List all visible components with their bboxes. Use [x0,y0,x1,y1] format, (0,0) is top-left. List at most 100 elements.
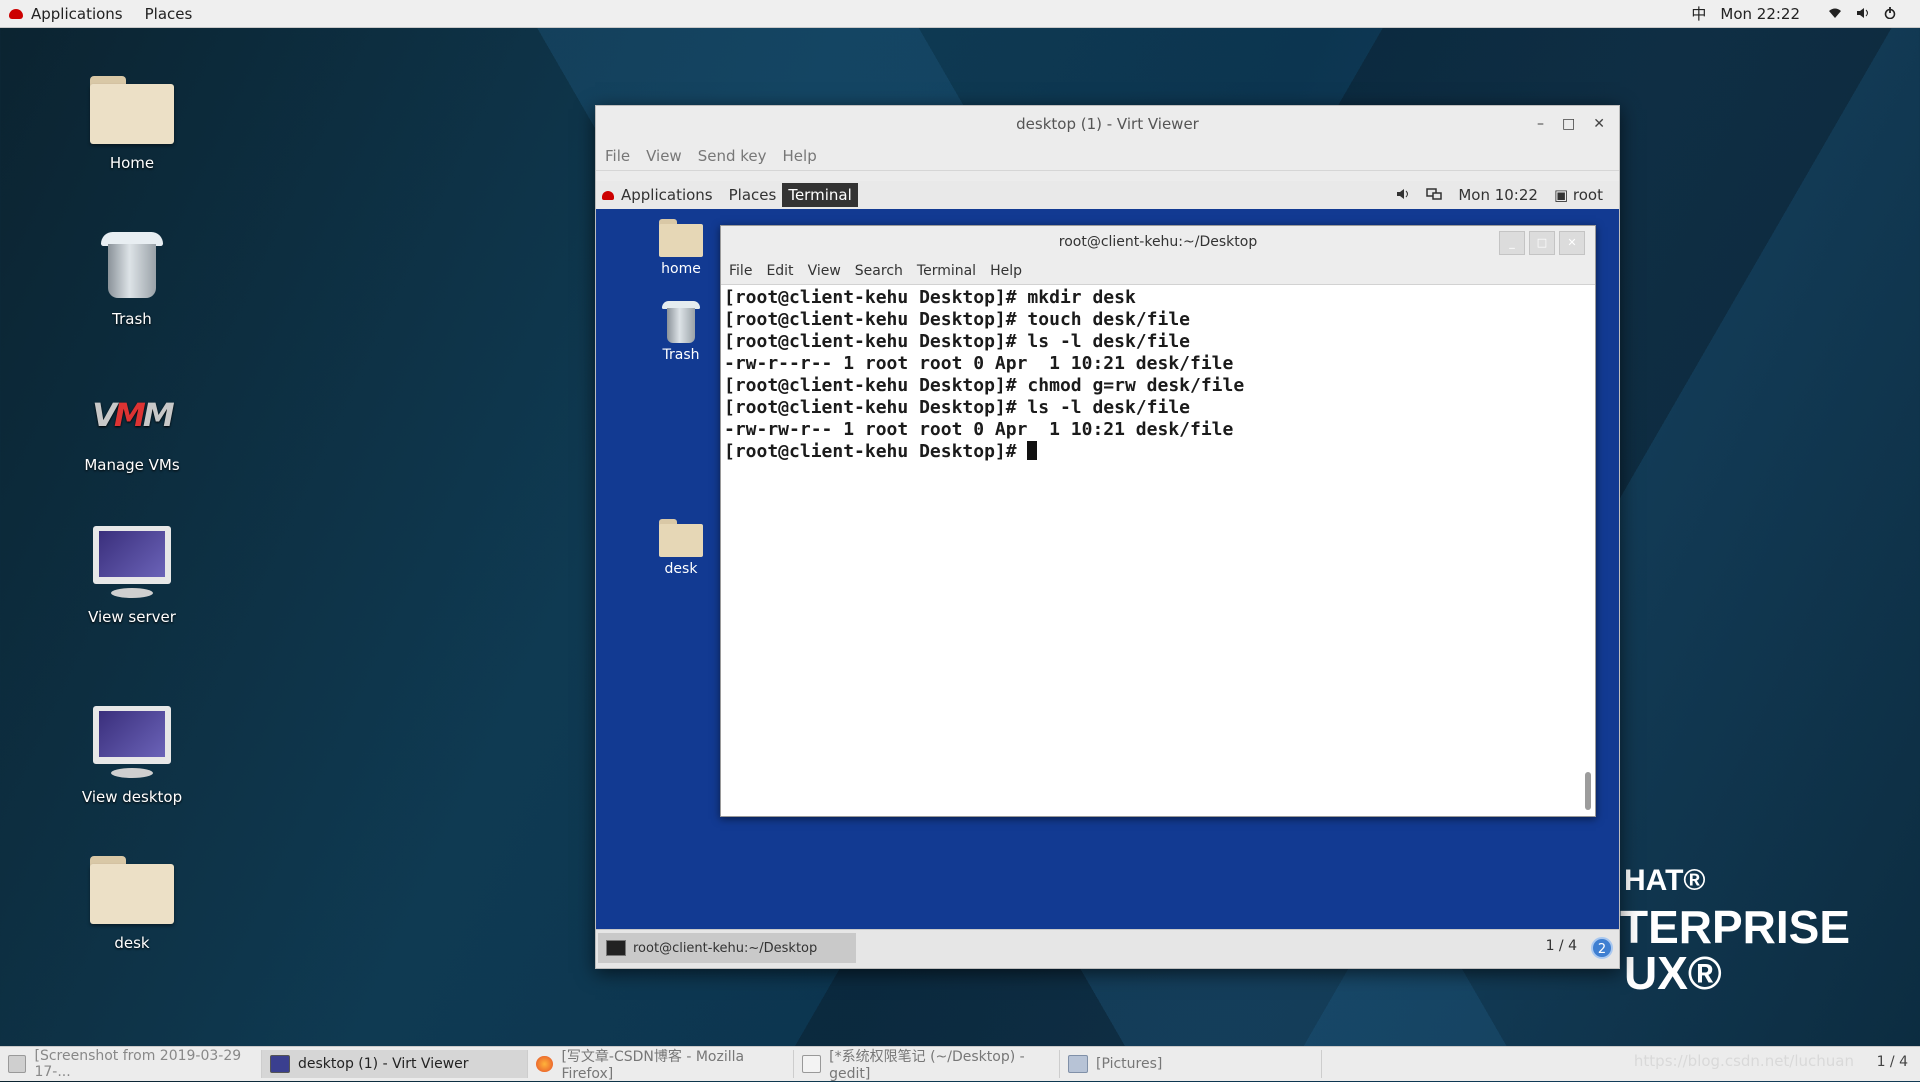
close-icon[interactable]: ✕ [1593,106,1605,142]
guest-workspace-indicator[interactable]: 1 / 4 [1546,938,1577,954]
terminal-menu-file[interactable]: File [729,263,752,279]
terminal-icon [606,940,626,956]
desktop-icon-home[interactable]: Home [57,76,207,172]
menu-view[interactable]: View [646,147,682,165]
guest-top-bar: Applications Places Terminal Mon 10:22 ▣… [596,181,1619,209]
guest-taskbar-label: root@client-kehu:~/Desktop [633,940,818,956]
user-icon: ▣ [1553,186,1569,204]
menu-send-key[interactable]: Send key [698,147,767,165]
monitor-icon [91,526,173,602]
file-manager-icon [1068,1055,1088,1073]
workspace-indicator[interactable]: 1 / 4 [1877,1054,1908,1070]
volume-icon[interactable] [1856,5,1870,23]
guest-icon-home[interactable]: home [646,219,716,277]
trash-icon [101,226,163,298]
terminal-line: -rw-r--r-- 1 root root 0 Apr 1 10:21 des… [724,353,1234,374]
guest-user-label: root [1572,186,1603,204]
minimize-icon[interactable]: _ [1499,231,1525,255]
terminal-line: [root@client-kehu Desktop]# chmod g=rw d… [724,375,1245,396]
top-bar: Applications Places 中 Mon 22:22 [0,0,1920,28]
desktop-icon-label: View server [88,608,176,626]
watermark-text: https://blog.csdn.net/luchuan [1633,1052,1854,1070]
power-icon[interactable] [1884,5,1896,23]
terminal-menu-help[interactable]: Help [990,263,1022,279]
guest-taskbar-item[interactable]: root@client-kehu:~/Desktop [598,933,856,963]
guest-icon-desk[interactable]: desk [646,519,716,577]
taskbar-item-screenshot[interactable]: [Screenshot from 2019-03-29 17-... [0,1048,262,1080]
input-method-indicator[interactable]: 中 [1691,3,1706,24]
network-icon[interactable] [1426,186,1443,204]
vm-logo-icon: VMM [92,396,174,434]
terminal-line: [root@client-kehu Desktop]# mkdir desk [724,287,1136,308]
maximize-icon[interactable]: □ [1529,231,1555,255]
desktop-icon-label: Trash [112,310,152,328]
desktop-icon-label: desk [114,934,150,952]
home-folder-icon [90,76,174,144]
taskbar-label: [Screenshot from 2019-03-29 17-... [34,1048,242,1080]
terminal-menu-edit[interactable]: Edit [766,263,793,279]
guest-terminal-indicator[interactable]: Terminal [782,183,858,207]
terminal-menu-search[interactable]: Search [855,263,903,279]
folder-icon [659,519,703,557]
taskbar-item-gedit[interactable]: [*系统权限笔记 (~/Desktop) - gedit] [794,1049,1060,1082]
volume-icon[interactable] [1396,186,1410,204]
desktop-icon-trash[interactable]: Trash [57,226,207,328]
terminal-line: [root@client-kehu Desktop]# ls -l desk/f… [724,331,1190,352]
monitor-icon [91,706,173,782]
terminal-menubar: File Edit View Search Terminal Help [721,258,1595,285]
taskbar-item-virt-viewer[interactable]: desktop (1) - Virt Viewer [262,1050,528,1078]
taskbar-item-pictures[interactable]: [Pictures] [1060,1050,1322,1078]
close-icon[interactable]: ✕ [1559,231,1585,255]
desktop-icon-view-server[interactable]: View server [57,526,207,626]
redhat-logo-icon [9,8,23,19]
bottom-taskbar: [Screenshot from 2019-03-29 17-... deskt… [0,1046,1920,1082]
firefox-icon [536,1056,554,1072]
guest-taskbar: root@client-kehu:~/Desktop 1 / 4 2 [596,929,1619,968]
guest-icon-label: home [661,261,701,277]
desktop-icon-label: Home [109,154,155,172]
wifi-icon[interactable] [1828,5,1842,23]
redhat-brand-text: HAT® TERPRISE UX® [1620,864,1851,999]
terminal-title: root@client-kehu:~/Desktop [1058,234,1258,250]
terminal-menu-view[interactable]: View [808,263,841,279]
virt-viewer-menubar: File View Send key Help [596,142,1619,171]
guest-display[interactable]: Applications Places Terminal Mon 10:22 ▣… [596,181,1619,968]
taskbar-label: [写文章-CSDN博客 - Mozilla Firefox] [561,1049,745,1082]
terminal-line: -rw-rw-r-- 1 root root 0 Apr 1 10:21 des… [724,419,1234,440]
scrollbar-thumb[interactable] [1585,772,1591,810]
desktop-icon-view-desktop[interactable]: View desktop [57,706,207,806]
terminal-output[interactable]: [root@client-kehu Desktop]# mkdir desk [… [721,285,1595,465]
taskbar-label: desktop (1) - Virt Viewer [298,1056,469,1072]
image-viewer-icon [8,1055,27,1073]
places-menu[interactable]: Places [145,5,193,23]
taskbar-label: [*系统权限笔记 (~/Desktop) - gedit] [829,1049,1025,1082]
maximize-icon[interactable]: □ [1562,106,1575,142]
guest-places-menu[interactable]: Places [729,186,777,204]
guest-user-menu[interactable]: ▣ root [1554,186,1603,204]
folder-icon [90,856,174,924]
applications-menu[interactable]: Applications [31,5,123,23]
window-title: desktop (1) - Virt Viewer [1016,115,1199,133]
taskbar-item-firefox[interactable]: [写文章-CSDN博客 - Mozilla Firefox] [528,1049,794,1082]
virt-viewer-window[interactable]: desktop (1) - Virt Viewer – □ ✕ File Vie… [595,105,1620,969]
terminal-scrollbar[interactable] [1583,286,1593,814]
menu-help[interactable]: Help [783,147,817,165]
window-titlebar[interactable]: desktop (1) - Virt Viewer – □ ✕ [596,106,1619,142]
terminal-line: [root@client-kehu Desktop]# [724,441,1028,462]
terminal-window[interactable]: root@client-kehu:~/Desktop _ □ ✕ File Ed… [720,225,1596,817]
terminal-menu-terminal[interactable]: Terminal [917,263,976,279]
guest-applications-menu[interactable]: Applications [621,186,713,204]
desktop-icon-manage-vms[interactable]: VMM Manage VMs [57,380,207,474]
terminal-line: [root@client-kehu Desktop]# touch desk/f… [724,309,1190,330]
menu-file[interactable]: File [605,147,630,165]
guest-icon-trash[interactable]: Trash [646,299,716,363]
taskbar-label: [Pictures] [1096,1056,1163,1072]
text-editor-icon [802,1055,822,1073]
guest-help-badge[interactable]: 2 [1591,937,1613,959]
terminal-cursor [1027,441,1038,460]
terminal-titlebar[interactable]: root@client-kehu:~/Desktop _ □ ✕ [721,226,1595,258]
clock[interactable]: Mon 22:22 [1720,5,1800,23]
guest-clock[interactable]: Mon 10:22 [1458,186,1538,204]
minimize-icon[interactable]: – [1537,106,1544,142]
desktop-icon-desk[interactable]: desk [57,856,207,952]
